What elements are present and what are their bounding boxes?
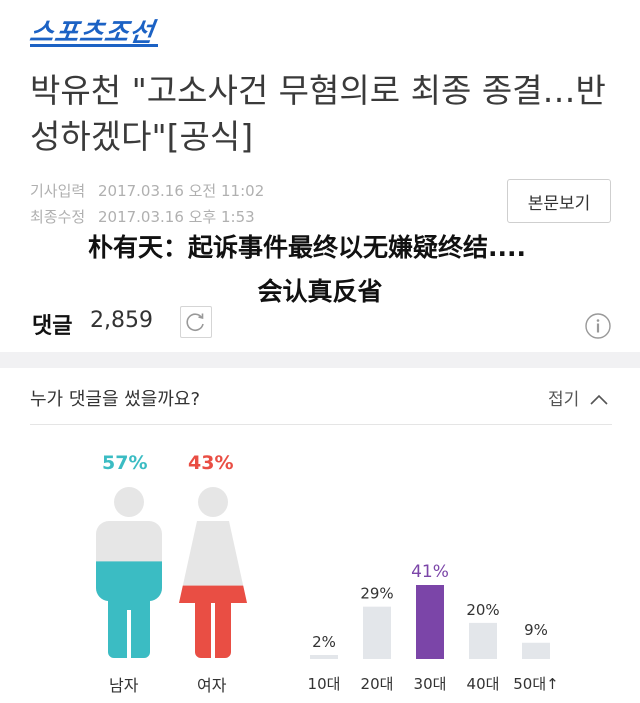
female-figure: [179, 487, 247, 660]
overlay-caption-line1: 朴有天：起诉事件最终以无嫌疑终结....: [88, 233, 526, 262]
view-body-button[interactable]: 본문보기: [507, 179, 611, 223]
female-label: 여자: [197, 676, 227, 695]
age-bar: [469, 622, 497, 659]
age-bar-value-label: 29%: [360, 585, 393, 603]
edit-time-label: 최종수정: [30, 208, 86, 226]
age-bar-value-label: 20%: [466, 601, 499, 619]
age-bar: [363, 606, 391, 659]
comments-label: 댓글: [32, 314, 73, 339]
info-icon[interactable]: [584, 312, 612, 340]
age-bar: [416, 585, 444, 659]
age-bar-value-label: 41%: [411, 562, 449, 582]
comments-bar: 댓글 2,859: [0, 298, 640, 348]
female-percent: 43%: [188, 452, 234, 474]
age-category-label: 40대: [467, 675, 500, 693]
male-percent: 57%: [102, 452, 148, 474]
age-category-label: 30대: [414, 675, 447, 693]
article-headline: 박유천 "고소사건 무혐의로 최종 종결…반성하겠다"[공식]: [30, 71, 606, 156]
age-category-label: 50대↑: [513, 675, 558, 693]
stats-panel-title: 누가 댓글을 썼을까요?: [30, 389, 201, 410]
article-edit-time: 최종수정 2017.03.16 오후 1:53: [30, 206, 255, 227]
article-input-time: 기사입력 2017.03.16 오전 11:02: [30, 180, 264, 201]
refresh-button[interactable]: [180, 306, 212, 338]
age-bar-value-label: 2%: [312, 633, 336, 651]
age-bar-chart: 2% 10대 29% 20대 41% 30대 20% 40대 9% 50대↑: [308, 562, 559, 693]
edit-time-value: 2017.03.16 오후 1:53: [97, 208, 255, 226]
collapse-label: 접기: [548, 390, 580, 410]
chevron-up-icon: [590, 394, 608, 405]
input-time-label: 기사입력: [30, 182, 86, 200]
section-separator: [0, 352, 640, 368]
comments-count: 2,859: [90, 308, 153, 333]
age-bar: [310, 655, 338, 659]
age-bar: [522, 642, 550, 659]
input-time-value: 2017.03.16 오전 11:02: [97, 182, 265, 200]
age-category-label: 10대: [308, 675, 341, 693]
age-bar-value-label: 9%: [524, 621, 548, 639]
collapse-button[interactable]: 접기: [548, 385, 609, 410]
male-label: 남자: [109, 676, 139, 695]
refresh-icon: [186, 313, 204, 331]
logo-underline: [30, 44, 158, 47]
male-figure: [96, 487, 162, 660]
age-category-label: 20대: [361, 675, 394, 693]
panel-divider: [30, 424, 612, 425]
